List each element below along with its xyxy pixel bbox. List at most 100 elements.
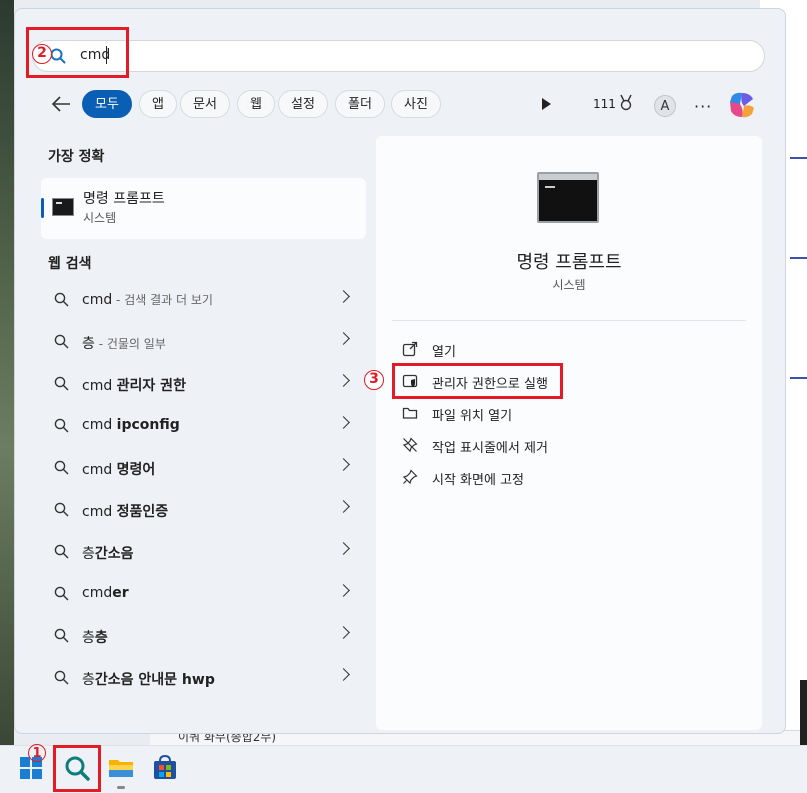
command-prompt-icon (52, 198, 74, 216)
detail-subtitle: 시스템 (552, 278, 586, 292)
search-icon (54, 544, 69, 559)
web-result-text: 층층 (82, 627, 108, 647)
search-icon (54, 502, 69, 517)
suggestion-part: ipconfig (116, 417, 180, 433)
suggestion-part: 정품인증 (116, 504, 169, 520)
action-label: 시작 화면에 고정 (432, 473, 524, 488)
search-input[interactable] (32, 40, 765, 72)
web-result-cmd-activation[interactable]: cmd 정품인증 (41, 491, 366, 529)
pin-icon (402, 469, 418, 485)
search-icon (54, 460, 69, 475)
chevron-right-icon (337, 290, 350, 303)
query-part: 층 (82, 630, 95, 646)
annotation-number-2: 2 (32, 44, 52, 64)
web-search-heading: 웹 검색 (48, 256, 92, 272)
suggestion-part: 관리자 권한 (116, 378, 186, 394)
command-prompt-large-icon (537, 172, 599, 223)
back-arrow-icon[interactable] (50, 94, 72, 114)
suggestion-note: - 건물의 일부 (94, 337, 166, 351)
rewards-points[interactable]: 111 (593, 97, 616, 111)
suggestion-part: 명령어 (116, 462, 156, 478)
web-result-text: cmd 정품인증 (82, 501, 168, 521)
divider (392, 320, 746, 321)
web-result-text: 층 - 건물의 일부 (82, 333, 166, 353)
web-result-text: cmd 관리자 권한 (82, 375, 186, 395)
web-result-noise-notice[interactable]: 층간소음 안내문 hwp (41, 659, 366, 697)
web-result-cmd-ipconfig[interactable]: cmd ipconfig (41, 407, 366, 445)
action-label: 작업 표시줄에서 제거 (432, 441, 548, 456)
tab-photos[interactable]: 사진 (391, 90, 441, 118)
chevron-right-icon (337, 584, 350, 597)
desktop-wallpaper (0, 0, 14, 745)
tab-web[interactable]: 웹 (237, 90, 275, 118)
web-result-text: cmd - 검색 결과 더 보기 (82, 291, 213, 308)
web-result-floor[interactable]: 층 - 건물의 일부 (41, 323, 366, 361)
query-part: cmd (82, 417, 117, 433)
search-icon (54, 334, 69, 349)
web-result-text: cmd 명령어 (82, 459, 155, 479)
annotation-number-3: 3 (364, 370, 384, 390)
search-icon (54, 586, 69, 601)
unpin-icon (402, 437, 418, 453)
copilot-icon[interactable] (726, 90, 758, 120)
query-part: 층 (82, 672, 95, 688)
open-external-icon (402, 341, 418, 357)
tab-settings[interactable]: 설정 (278, 90, 328, 118)
annotation-box-run-as-admin (392, 363, 563, 399)
web-result-cmder[interactable]: cmder (41, 575, 366, 613)
annotation-box-taskbar-search (53, 745, 101, 792)
query-part: cmd (82, 462, 117, 478)
search-icon (54, 376, 69, 391)
file-explorer-icon[interactable] (106, 753, 136, 783)
web-result-noise[interactable]: 층간소음 (41, 533, 366, 571)
tab-apps[interactable]: 앱 (139, 90, 177, 118)
folder-icon (402, 407, 418, 419)
web-result-cmd-commands[interactable]: cmd 명령어 (41, 449, 366, 487)
search-icon (54, 418, 69, 433)
medal-icon[interactable] (618, 94, 634, 112)
search-icon (54, 292, 69, 307)
chevron-right-icon (337, 542, 350, 555)
play-icon[interactable] (542, 98, 551, 110)
query-part: 층 (82, 336, 95, 352)
chevron-right-icon (337, 458, 350, 471)
selection-indicator (41, 198, 44, 218)
detail-pane (376, 136, 762, 730)
suggestion-part: 층 (94, 630, 108, 646)
query-part: cmd (82, 585, 113, 601)
tab-documents[interactable]: 문서 (180, 90, 230, 118)
tab-all[interactable]: 모두 (82, 90, 132, 118)
best-match-heading: 가장 정확 (48, 149, 105, 165)
search-icon (54, 628, 69, 643)
suggestion-part: 간소음 안내문 hwp (94, 672, 215, 688)
more-options-icon[interactable]: ··· (694, 97, 712, 116)
chevron-right-icon (337, 374, 350, 387)
action-label: 열기 (432, 345, 456, 360)
query-part: cmd (82, 292, 113, 308)
web-result-cmd[interactable]: cmd - 검색 결과 더 보기 (41, 281, 366, 319)
query-part: cmd (82, 378, 117, 394)
running-indicator (117, 786, 125, 789)
chevron-right-icon (337, 500, 350, 513)
tab-folders[interactable]: 폴더 (335, 90, 385, 118)
chevron-right-icon (337, 626, 350, 639)
detail-title: 명령 프롬프트 (516, 252, 622, 273)
suggestion-note: - 검색 결과 더 보기 (112, 293, 213, 307)
suggestion-part: er (112, 585, 129, 601)
query-part: cmd (82, 504, 117, 520)
best-match-subtitle: 시스템 (83, 211, 117, 225)
query-part: 층 (82, 546, 95, 562)
chevron-right-icon (337, 668, 350, 681)
chevron-right-icon (337, 416, 350, 429)
web-result-floors[interactable]: 층층 (41, 617, 366, 655)
web-result-text: 층간소음 (82, 543, 134, 563)
annotation-number-1: 1 (28, 744, 46, 762)
suggestion-part: 간소음 (94, 546, 134, 562)
web-result-text: 층간소음 안내문 hwp (82, 669, 215, 689)
microsoft-store-icon[interactable] (150, 753, 180, 783)
best-match-title: 명령 프롬프트 (83, 191, 165, 207)
web-result-cmd-admin[interactable]: cmd 관리자 권한 (41, 365, 366, 403)
avatar[interactable]: A (654, 95, 676, 117)
best-match-item[interactable]: 명령 프롬프트 시스템 (41, 178, 366, 239)
web-result-text: cmd ipconfig (82, 417, 180, 433)
